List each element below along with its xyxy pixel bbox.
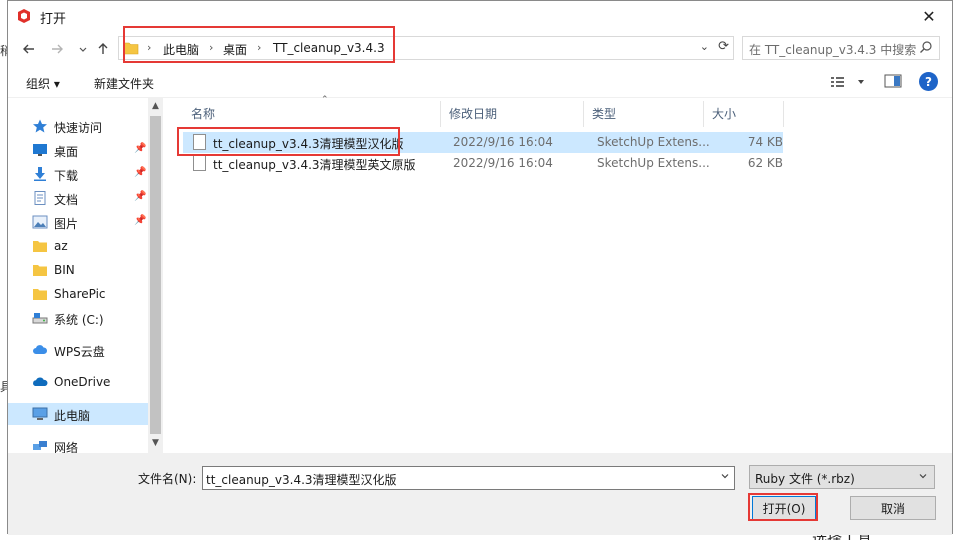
file-type: SketchUp Extens... <box>597 135 710 149</box>
new-folder-button[interactable]: 新建文件夹 <box>94 75 154 92</box>
up-button[interactable] <box>94 40 112 58</box>
organize-button[interactable]: 组织 ▾ <box>26 75 60 92</box>
scroll-thumb[interactable] <box>150 116 161 434</box>
file-icon <box>193 155 206 171</box>
nav-item-label: 此电脑 <box>54 409 91 423</box>
nav-item-desktop[interactable]: 桌面 📌 <box>8 139 148 161</box>
forward-button[interactable] <box>48 40 66 58</box>
search-icon <box>920 41 932 53</box>
network-icon <box>33 441 47 450</box>
file-type: SketchUp Extens... <box>597 156 710 170</box>
column-header-date[interactable]: 修改日期 <box>441 101 584 127</box>
filename-value: tt_cleanup_v3.4.3清理模型汉化版 <box>206 473 397 487</box>
annotation-highlight-open <box>748 493 818 521</box>
close-button[interactable]: ✕ <box>906 1 952 32</box>
document-icon <box>34 191 46 205</box>
desktop-icon <box>33 144 47 156</box>
file-size: 74 KB <box>747 135 783 149</box>
annotation-highlight-file <box>177 127 400 156</box>
cloud-icon <box>33 345 48 354</box>
column-header-label: 类型 <box>592 107 617 121</box>
nav-scrollbar[interactable]: ▲ ▼ <box>148 98 163 453</box>
file-date: 2022/9/16 16:04 <box>453 135 553 149</box>
nav-item-documents[interactable]: 文档 📌 <box>8 187 148 209</box>
file-size: 62 KB <box>747 156 783 170</box>
nav-item-label: BIN <box>54 263 75 277</box>
drive-icon <box>32 313 48 324</box>
picture-icon <box>32 215 48 229</box>
nav-item-label: WPS云盘 <box>54 345 105 359</box>
nav-item-az[interactable]: az <box>8 235 148 257</box>
view-options-icon[interactable] <box>830 74 866 90</box>
nav-item-sharepic[interactable]: SharePic <box>8 283 148 305</box>
folder-icon <box>33 289 47 300</box>
nav-item-wps-cloud[interactable]: WPS云盘 <box>8 339 148 361</box>
arrow-up-icon <box>98 43 108 54</box>
help-icon[interactable]: ? <box>919 72 938 91</box>
sketchup-app-icon <box>18 9 30 23</box>
nav-item-label: 系统 (C:) <box>54 313 104 327</box>
download-icon <box>34 167 46 181</box>
nav-item-onedrive[interactable]: OneDrive <box>8 371 148 393</box>
nav-item-label: az <box>54 239 68 253</box>
column-header-size[interactable]: 大小 <box>704 101 784 127</box>
computer-icon <box>32 407 48 420</box>
filetype-select[interactable]: Ruby 文件 (*.rbz) <box>749 465 935 489</box>
nav-item-system-drive[interactable]: 系统 (C:) <box>8 307 148 329</box>
address-dropdown-icon[interactable]: ⌄ <box>700 40 709 53</box>
navigation-pane: 快速访问 桌面 📌 下载 📌 文档 📌 图片 📌 az BIN SharePic… <box>8 98 163 455</box>
onedrive-icon <box>33 377 48 386</box>
cancel-button[interactable]: 取消 <box>850 496 936 520</box>
pin-icon: 📌 <box>134 215 147 226</box>
arrow-left-icon <box>23 44 34 54</box>
nav-item-label: SharePic <box>54 287 106 301</box>
close-icon: ✕ <box>922 7 936 26</box>
chevron-down-icon <box>79 47 87 52</box>
nav-item-label: 下载 <box>54 169 79 183</box>
arrow-right-icon <box>52 44 63 54</box>
nav-item-downloads[interactable]: 下载 📌 <box>8 163 148 185</box>
open-file-dialog: 打开 ✕ › 此电脑 › 桌面 › TT_cleanup_v3.4.3 ⌄ ⟳ … <box>7 0 953 535</box>
filetype-value: Ruby 文件 (*.rbz) <box>755 472 855 486</box>
pin-icon: 📌 <box>134 143 147 154</box>
recent-locations-button[interactable] <box>74 40 92 58</box>
nav-item-this-pc[interactable]: 此电脑 <box>8 403 148 425</box>
folder-icon <box>33 241 47 252</box>
star-icon <box>33 119 47 133</box>
search-input[interactable]: 在 TT_cleanup_v3.4.3 中搜索 <box>742 36 940 60</box>
file-name: tt_cleanup_v3.4.3清理模型英文原版 <box>213 158 416 172</box>
file-date: 2022/9/16 16:04 <box>453 156 553 170</box>
column-header-name[interactable]: 名称 ⌃ <box>183 95 441 127</box>
column-header-label: 名称 <box>191 107 216 121</box>
sort-up-icon: ⌃ <box>321 95 329 105</box>
nav-item-bin[interactable]: BIN <box>8 259 148 281</box>
chevron-down-icon[interactable] <box>720 471 730 481</box>
command-toolbar: 组织 ▾ 新建文件夹 ? <box>8 64 952 98</box>
back-button[interactable] <box>20 40 38 58</box>
scroll-down-icon[interactable]: ▼ <box>148 438 163 448</box>
chevron-down-icon <box>919 474 927 479</box>
filename-label: 文件名(N): <box>138 472 197 486</box>
scroll-up-icon[interactable]: ▲ <box>148 101 163 111</box>
refresh-icon[interactable]: ⟳ <box>718 39 729 54</box>
annotation-highlight-address <box>123 26 395 63</box>
folder-icon <box>33 265 47 276</box>
nav-item-quick-access[interactable]: 快速访问 <box>8 115 148 137</box>
pin-icon: 📌 <box>134 191 147 202</box>
nav-item-label: 图片 <box>54 217 79 231</box>
preview-pane-icon[interactable] <box>884 73 902 89</box>
file-row[interactable]: tt_cleanup_v3.4.3清理模型英文原版 2022/9/16 16:0… <box>183 153 783 174</box>
nav-item-label: OneDrive <box>54 375 111 389</box>
nav-item-label: 桌面 <box>54 145 79 159</box>
column-header-label: 大小 <box>712 107 737 121</box>
nav-item-pictures[interactable]: 图片 📌 <box>8 211 148 233</box>
search-placeholder: 在 TT_cleanup_v3.4.3 中搜索 <box>749 43 917 57</box>
column-header-label: 修改日期 <box>449 107 498 121</box>
pin-icon: 📌 <box>134 167 147 178</box>
window-title: 打开 <box>40 12 67 27</box>
column-header-type[interactable]: 类型 <box>584 101 704 127</box>
nav-item-label: 文档 <box>54 193 79 207</box>
nav-item-label: 快速访问 <box>54 121 103 135</box>
filename-field[interactable]: tt_cleanup_v3.4.3清理模型汉化版 <box>202 466 735 490</box>
